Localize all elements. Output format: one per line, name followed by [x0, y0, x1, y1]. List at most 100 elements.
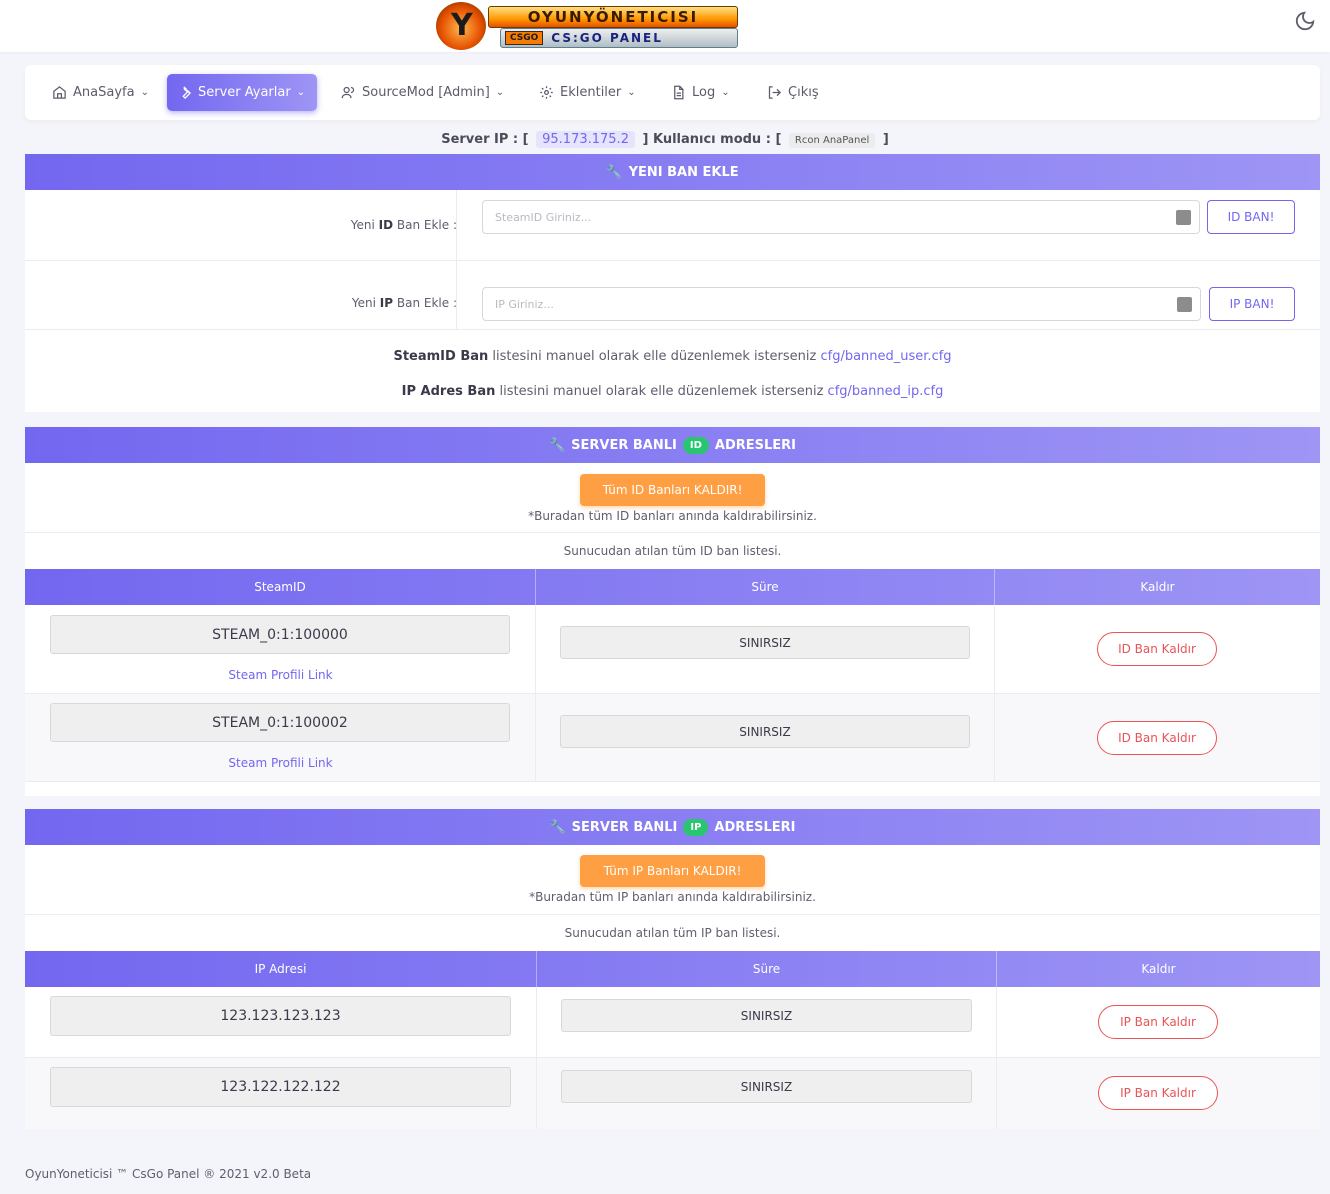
wrench-icon	[182, 86, 191, 100]
steam-profile-link[interactable]: Steam Profili Link	[25, 756, 536, 770]
ip-input[interactable]: IP Giriniz...	[482, 287, 1201, 321]
nav-label: SourceMod [Admin]	[362, 85, 490, 100]
nav-label: Log	[692, 85, 716, 100]
main-navigation: AnaSayfa ⌄ Server Ayarlar ⌄ SourceMod [A…	[25, 65, 1320, 120]
divider	[25, 532, 1320, 533]
keyboard-icon	[1176, 210, 1191, 225]
file-icon	[674, 85, 684, 100]
steam-profile-link[interactable]: Steam Profili Link	[25, 668, 536, 682]
chevron-down-icon: ⌄	[627, 87, 636, 98]
steamid-value: STEAM_0:1:100000	[50, 615, 510, 654]
id-ban-remove-button[interactable]: ID Ban Kaldır	[1097, 721, 1217, 755]
chevron-down-icon: ⌄	[721, 87, 730, 98]
chevron-down-icon: ⌄	[140, 87, 149, 98]
id-bans-header: 🔧 SERVER BANLI ID ADRESLERI	[25, 427, 1320, 463]
duration-value: SINIRSIZ	[560, 626, 970, 659]
gear-icon	[540, 86, 553, 99]
ip-bans-header: 🔧 SERVER BANLI IP ADRESLERI	[25, 809, 1320, 845]
id-ban-list-caption: Sunucudan atılan tüm ID ban listesi.	[563, 544, 782, 558]
ip-ban-label: Yeni IP Ban Ekle :	[351, 296, 457, 310]
ip-bans-panel: Tüm IP Banları KALDIR! *Buradan tüm IP b…	[25, 845, 1320, 951]
id-ban-remove-button[interactable]: ID Ban Kaldır	[1097, 632, 1217, 666]
nav-item-log[interactable]: Log ⌄	[661, 74, 740, 111]
chevron-down-icon: ⌄	[495, 87, 505, 98]
remove-all-id-bans-button[interactable]: Tüm ID Banları KALDIR!	[580, 474, 765, 506]
ip-ban-remove-button[interactable]: IP Ban Kaldır	[1098, 1005, 1218, 1039]
section-title: SERVER BANLI	[571, 437, 677, 453]
logo-title: OYUNYÖNETICISI	[488, 6, 738, 28]
ip-bans-table-header: IP Adresi Süre Kaldır	[25, 951, 1320, 987]
section-title: YENI BAN EKLE	[628, 164, 739, 180]
nav-item-server-ayarlar[interactable]: Server Ayarlar ⌄	[167, 74, 317, 111]
user-mode: Rcon AnaPanel	[788, 133, 876, 148]
divider	[25, 914, 1320, 915]
keyboard-icon	[1177, 297, 1192, 312]
duration-value: SINIRSIZ	[561, 999, 972, 1032]
banned-user-cfg-link[interactable]: cfg/banned_user.cfg	[820, 349, 951, 364]
spacer	[25, 782, 1320, 796]
nav-item-cikis[interactable]: Çıkış	[757, 74, 829, 111]
logo-subtitle: CS:GO PANEL	[551, 31, 663, 45]
banned-ip-cfg-link[interactable]: cfg/banned_ip.cfg	[828, 384, 944, 399]
ip-ban-row: Yeni IP Ban Ekle : IP Giriniz... IP BAN!	[25, 261, 1320, 330]
id-ban-button[interactable]: ID BAN!	[1207, 200, 1295, 234]
home-icon	[53, 86, 66, 99]
logout-icon	[768, 86, 782, 99]
steamid-input[interactable]: SteamID Giriniz...	[482, 200, 1200, 234]
logo-emblem: Y	[436, 2, 486, 50]
top-bar: Y OYUNYÖNETICISI CSGO CS:GO PANEL	[0, 0, 1330, 52]
ip-ban-button[interactable]: IP BAN!	[1209, 287, 1295, 321]
site-logo[interactable]: Y OYUNYÖNETICISI CSGO CS:GO PANEL	[436, 0, 742, 52]
table-row: 123.122.122.122 SINIRSIZ IP Ban Kaldır	[25, 1058, 1320, 1129]
nav-label: Eklentiler	[560, 85, 622, 100]
nav-item-eklentiler[interactable]: Eklentiler ⌄	[529, 74, 646, 111]
section-title: SERVER BANLI	[571, 819, 678, 835]
nav-label: Çıkış	[788, 85, 819, 100]
bracket-close: ]	[882, 132, 889, 147]
nav-item-sourcemod[interactable]: SourceMod [Admin] ⌄	[331, 74, 514, 111]
logo-subtitle-bar: CSGO CS:GO PANEL	[500, 28, 738, 48]
section-title-suffix: ADRESLERI	[714, 437, 797, 453]
duration-value: SINIRSIZ	[561, 1070, 972, 1103]
user-mode-label: ] Kullanıcı modu : [	[642, 132, 782, 147]
steamid-value: STEAM_0:1:100002	[50, 703, 510, 742]
remove-all-ip-note: *Buradan tüm IP banları anında kaldırabi…	[529, 890, 816, 904]
id-bans-table-header: SteamID Süre Kaldır	[25, 569, 1320, 605]
id-ban-label: Yeni ID Ban Ekle :	[350, 218, 457, 232]
users-icon	[341, 86, 355, 99]
remove-all-id-note: *Buradan tüm ID banları anında kaldırabi…	[528, 509, 817, 523]
ip-pill: IP	[683, 818, 709, 836]
server-ip: 95.173.175.2	[536, 131, 635, 148]
ip-value: 123.123.123.123	[50, 996, 511, 1036]
section-title-suffix: ADRESLERI	[714, 819, 796, 835]
table-row: STEAM_0:1:100002 Steam Profili Link SINI…	[25, 694, 1320, 782]
table-row: 123.123.123.123 SINIRSIZ IP Ban Kaldır	[25, 987, 1320, 1058]
server-ip-label: Server IP : [	[441, 132, 529, 147]
column-header: Kaldır	[1141, 962, 1176, 976]
id-pill: ID	[682, 436, 709, 454]
wrench-icon: 🔧	[548, 437, 566, 453]
steamid-ban-note: SteamID Ban listesini manuel olarak elle…	[393, 349, 952, 364]
column-header: Süre	[536, 569, 995, 605]
remove-all-ip-bans-button[interactable]: Tüm IP Banları KALDIR!	[580, 855, 765, 887]
chevron-down-icon: ⌄	[296, 87, 306, 98]
logo-badge: CSGO	[505, 31, 544, 45]
divider	[456, 190, 457, 260]
id-ban-row: Yeni ID Ban Ekle : SteamID Giriniz... ID…	[25, 190, 1320, 261]
server-info: Server IP : [ 95.173.175.2 ] Kullanıcı m…	[0, 131, 1330, 148]
column-header: IP Adresi	[25, 951, 537, 987]
new-ban-panel: Yeni ID Ban Ekle : SteamID Giriniz... ID…	[25, 190, 1320, 412]
ip-ban-remove-button[interactable]: IP Ban Kaldır	[1098, 1076, 1218, 1110]
footer-text: OyunYoneticisi ™ CsGo Panel ® 2021 v2.0 …	[25, 1167, 312, 1181]
nav-item-anasayfa[interactable]: AnaSayfa ⌄	[42, 74, 159, 111]
id-bans-panel: Tüm ID Banları KALDIR! *Buradan tüm ID b…	[25, 463, 1320, 569]
wrench-icon: 🔧	[606, 164, 623, 180]
nav-label: AnaSayfa	[73, 85, 135, 100]
moon-icon[interactable]	[1294, 10, 1316, 32]
column-header: Kaldır	[1140, 580, 1175, 594]
table-row: STEAM_0:1:100000 Steam Profili Link SINI…	[25, 605, 1320, 694]
column-header: SteamID	[25, 569, 536, 605]
nav-label: Server Ayarlar	[198, 85, 291, 100]
duration-value: SINIRSIZ	[560, 715, 970, 748]
ip-value: 123.122.122.122	[50, 1067, 511, 1107]
